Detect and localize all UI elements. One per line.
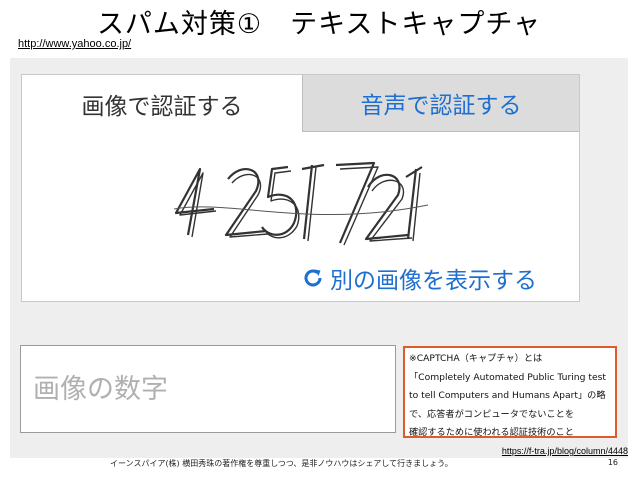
refresh-icon (304, 269, 322, 287)
refresh-image-button[interactable]: 別の画像を表示する (302, 260, 537, 296)
source-url-link[interactable]: http://www.yahoo.co.jp/ (18, 38, 131, 50)
page-number: 16 (607, 458, 618, 467)
tab-audio-auth[interactable]: 音声で認証する (303, 75, 579, 131)
refresh-label: 別の画像を表示する (330, 268, 537, 294)
captcha-answer-input[interactable] (20, 345, 396, 433)
slide-title: スパム対策① テキストキャプチャ (96, 9, 542, 40)
tab-image-auth[interactable]: 画像で認証する (22, 75, 303, 132)
captcha-widget: 画像で認証する 音声で認証する 別の画像を表示する (21, 74, 580, 302)
note-line: to tell Computers and Humans Apart」の略 (409, 390, 606, 401)
captcha-definition-note: ※CAPTCHA（キャプチャ）とは 「Completely Automated … (403, 346, 617, 438)
tab-bar: 画像で認証する 音声で認証する (22, 75, 579, 132)
reference-link[interactable]: https://f-tra.jp/blog/column/4448 (502, 446, 628, 456)
copyright-footer: イーンスパイア(株) 横田秀珠の著作権を尊重しつつ、是非ノウハウはシェアして行き… (110, 459, 453, 468)
note-line: ※CAPTCHA（キャプチャ）とは (409, 353, 543, 364)
note-line: 確認するために使われる認証技術のこと (409, 427, 574, 438)
note-line: で、応答者がコンピュータでないことを (409, 408, 575, 420)
captcha-image (173, 161, 429, 246)
note-line: 「Completely Automated Public Turing test (409, 371, 606, 383)
